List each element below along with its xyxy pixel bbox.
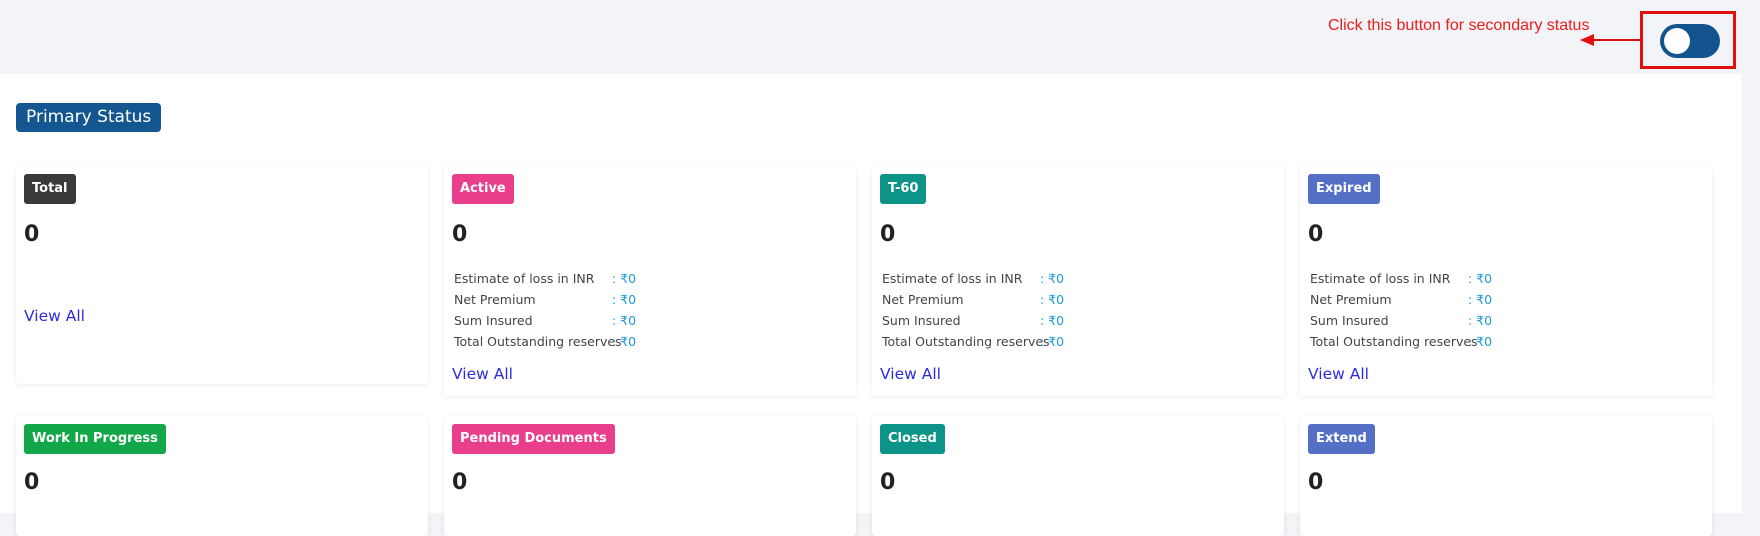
stat-value: : ₹0 (1468, 271, 1493, 286)
status-badge: Pending Documents (452, 424, 615, 454)
stat-row-sum: Sum Insured : ₹0 (1310, 310, 1610, 331)
stat-label: Total Outstanding reserves (454, 334, 622, 349)
stat-row-estimate: Estimate of loss in INR : ₹0 (1310, 268, 1610, 289)
stat-label: Estimate of loss in INR (882, 271, 1023, 286)
stat-row-estimate: Estimate of loss in INR : ₹0 (454, 268, 754, 289)
section-title: Primary Status (16, 103, 162, 132)
status-card-total: Total 0 View All (16, 166, 428, 384)
stat-value: : ₹0 (612, 334, 637, 349)
stat-value: : ₹0 (612, 313, 637, 328)
view-all-link[interactable]: View All (452, 365, 513, 383)
status-count: 0 (880, 222, 896, 247)
stat-label: Net Premium (454, 292, 536, 307)
stats-list: Estimate of loss in INR : ₹0 Net Premium… (882, 268, 1182, 352)
status-card-extend: Extend 0 (1300, 416, 1712, 536)
status-badge: Expired (1308, 174, 1380, 204)
annotation-arrow-icon (1580, 34, 1640, 46)
status-count: 0 (452, 470, 468, 495)
stats-list: Estimate of loss in INR : ₹0 Net Premium… (1310, 268, 1610, 352)
stat-row-sum: Sum Insured : ₹0 (882, 310, 1182, 331)
status-card-active: Active 0 Estimate of loss in INR : ₹0 Ne… (444, 166, 856, 396)
status-card-pending-documents: Pending Documents 0 (444, 416, 856, 536)
stat-value: : ₹0 (1468, 334, 1493, 349)
stat-value: : ₹0 (1468, 292, 1493, 307)
stat-value: : ₹0 (1040, 313, 1065, 328)
status-count: 0 (24, 222, 40, 247)
stat-label: Sum Insured (1310, 313, 1389, 328)
status-count: 0 (24, 470, 40, 495)
stat-label: Sum Insured (882, 313, 961, 328)
stat-label: Net Premium (882, 292, 964, 307)
view-all-link[interactable]: View All (24, 307, 85, 325)
stat-label: Estimate of loss in INR (1310, 271, 1451, 286)
view-all-link[interactable]: View All (880, 365, 941, 383)
stat-row-premium: Net Premium : ₹0 (1310, 289, 1610, 310)
stats-list: Estimate of loss in INR : ₹0 Net Premium… (454, 268, 754, 352)
secondary-status-toggle[interactable] (1660, 24, 1720, 58)
status-count: 0 (880, 470, 896, 495)
view-all-link[interactable]: View All (1308, 365, 1369, 383)
stat-label: Net Premium (1310, 292, 1392, 307)
stat-value: : ₹0 (1040, 292, 1065, 307)
top-bar: Click this button for secondary status (0, 0, 1760, 74)
status-count: 0 (1308, 222, 1324, 247)
stat-label: Sum Insured (454, 313, 533, 328)
status-badge: Active (452, 174, 514, 204)
stat-row-reserves: Total Outstanding reserves : ₹0 (1310, 331, 1610, 352)
stat-row-premium: Net Premium : ₹0 (454, 289, 754, 310)
stat-row-premium: Net Premium : ₹0 (882, 289, 1182, 310)
status-badge: Total (24, 174, 76, 204)
stat-row-estimate: Estimate of loss in INR : ₹0 (882, 268, 1182, 289)
stat-value: : ₹0 (612, 271, 637, 286)
status-card-t60: T-60 0 Estimate of loss in INR : ₹0 Net … (872, 166, 1284, 396)
stat-row-reserves: Total Outstanding reserves : ₹0 (454, 331, 754, 352)
stat-value: : ₹0 (1040, 271, 1065, 286)
status-card-expired: Expired 0 Estimate of loss in INR : ₹0 N… (1300, 166, 1712, 396)
stat-row-reserves: Total Outstanding reserves : ₹0 (882, 331, 1182, 352)
main-panel: Primary Status Total 0 View All Active 0… (0, 74, 1742, 536)
status-badge: Work In Progress (24, 424, 166, 454)
stat-value: : ₹0 (612, 292, 637, 307)
stat-value: : ₹0 (1468, 313, 1493, 328)
right-gutter (1742, 74, 1760, 513)
stat-label: Estimate of loss in INR (454, 271, 595, 286)
toggle-knob (1664, 28, 1690, 54)
status-badge: Extend (1308, 424, 1375, 454)
annotation-text: Click this button for secondary status (1328, 17, 1590, 34)
status-badge: Closed (880, 424, 945, 454)
stat-label: Total Outstanding reserves (1310, 334, 1478, 349)
status-count: 0 (452, 222, 468, 247)
status-count: 0 (1308, 470, 1324, 495)
status-badge: T-60 (880, 174, 927, 204)
status-card-work-in-progress: Work In Progress 0 (16, 416, 428, 536)
status-card-closed: Closed 0 (872, 416, 1284, 536)
stat-label: Total Outstanding reserves (882, 334, 1050, 349)
stat-row-sum: Sum Insured : ₹0 (454, 310, 754, 331)
stat-value: : ₹0 (1040, 334, 1065, 349)
